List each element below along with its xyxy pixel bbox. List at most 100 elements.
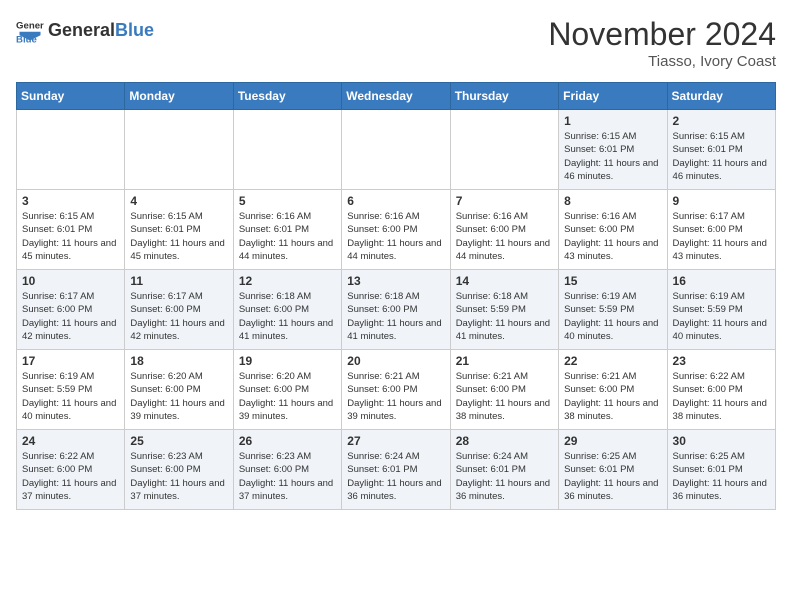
calendar-header: SundayMondayTuesdayWednesdayThursdayFrid… <box>17 83 776 110</box>
weekday-row: SundayMondayTuesdayWednesdayThursdayFrid… <box>17 83 776 110</box>
calendar-body: 1 Sunrise: 6:15 AM Sunset: 6:01 PM Daylig… <box>17 110 776 510</box>
calendar-cell: 15 Sunrise: 6:19 AM Sunset: 5:59 PM Dayli… <box>559 270 667 350</box>
calendar-cell: 26 Sunrise: 6:23 AM Sunset: 6:00 PM Dayli… <box>233 430 341 510</box>
day-number: 12 <box>239 274 336 288</box>
day-info: Sunrise: 6:19 AM Sunset: 5:59 PM Dayligh… <box>22 370 119 423</box>
day-number: 26 <box>239 434 336 448</box>
weekday-header-tuesday: Tuesday <box>233 83 341 110</box>
calendar-cell: 17 Sunrise: 6:19 AM Sunset: 5:59 PM Dayli… <box>17 350 125 430</box>
day-number: 10 <box>22 274 119 288</box>
calendar-cell: 29Sunrise: 6:25 AM Sunset: 6:01 PM Dayli… <box>559 430 667 510</box>
calendar-cell: 9Sunrise: 6:17 AM Sunset: 6:00 PM Daylig… <box>667 190 775 270</box>
calendar-cell <box>125 110 233 190</box>
day-number: 24 <box>22 434 119 448</box>
calendar-cell: 13Sunrise: 6:18 AM Sunset: 6:00 PM Dayli… <box>342 270 450 350</box>
day-info: Sunrise: 6:19 AM Sunset: 5:59 PM Dayligh… <box>564 290 661 343</box>
day-number: 14 <box>456 274 553 288</box>
day-info: Sunrise: 6:18 AM Sunset: 6:00 PM Dayligh… <box>239 290 336 343</box>
calendar-cell: 12 Sunrise: 6:18 AM Sunset: 6:00 PM Dayli… <box>233 270 341 350</box>
day-info: Sunrise: 6:23 AM Sunset: 6:00 PM Dayligh… <box>239 450 336 503</box>
calendar-cell: 19 Sunrise: 6:20 AM Sunset: 6:00 PM Dayli… <box>233 350 341 430</box>
calendar-cell: 6 Sunrise: 6:16 AM Sunset: 6:00 PM Daylig… <box>342 190 450 270</box>
calendar-cell: 30 Sunrise: 6:25 AM Sunset: 6:01 PM Dayli… <box>667 430 775 510</box>
svg-text:Blue: Blue <box>16 34 37 44</box>
calendar-cell: 18 Sunrise: 6:20 AM Sunset: 6:00 PM Dayli… <box>125 350 233 430</box>
day-info: Sunrise: 6:20 AM Sunset: 6:00 PM Dayligh… <box>130 370 227 423</box>
day-info: Sunrise: 6:16 AM Sunset: 6:00 PM Dayligh… <box>347 210 444 263</box>
day-info: Sunrise: 6:15 AM Sunset: 6:01 PM Dayligh… <box>564 130 661 183</box>
calendar-week-4: 17 Sunrise: 6:19 AM Sunset: 5:59 PM Dayli… <box>17 350 776 430</box>
day-info: Sunrise: 6:24 AM Sunset: 6:01 PM Dayligh… <box>456 450 553 503</box>
day-number: 20 <box>347 354 444 368</box>
day-number: 13 <box>347 274 444 288</box>
day-info: Sunrise: 6:21 AM Sunset: 6:00 PM Dayligh… <box>564 370 661 423</box>
day-number: 4 <box>130 194 227 208</box>
weekday-header-wednesday: Wednesday <box>342 83 450 110</box>
day-number: 7 <box>456 194 553 208</box>
calendar-cell: 3Sunrise: 6:15 AM Sunset: 6:01 PM Daylig… <box>17 190 125 270</box>
calendar-cell: 23 Sunrise: 6:22 AM Sunset: 6:00 PM Dayli… <box>667 350 775 430</box>
calendar-cell: 1 Sunrise: 6:15 AM Sunset: 6:01 PM Daylig… <box>559 110 667 190</box>
day-number: 21 <box>456 354 553 368</box>
location: Tiasso, Ivory Coast <box>548 53 776 70</box>
day-info: Sunrise: 6:16 AM Sunset: 6:00 PM Dayligh… <box>456 210 553 263</box>
day-info: Sunrise: 6:15 AM Sunset: 6:01 PM Dayligh… <box>673 130 770 183</box>
day-info: Sunrise: 6:25 AM Sunset: 6:01 PM Dayligh… <box>673 450 770 503</box>
month-title: November 2024 <box>548 16 776 53</box>
day-number: 23 <box>673 354 770 368</box>
calendar-week-1: 1 Sunrise: 6:15 AM Sunset: 6:01 PM Daylig… <box>17 110 776 190</box>
svg-text:General: General <box>16 20 44 31</box>
calendar-cell <box>17 110 125 190</box>
calendar-cell: 28 Sunrise: 6:24 AM Sunset: 6:01 PM Dayli… <box>450 430 558 510</box>
logo: General Blue General Blue <box>16 16 154 44</box>
calendar-cell: 10 Sunrise: 6:17 AM Sunset: 6:00 PM Dayli… <box>17 270 125 350</box>
day-info: Sunrise: 6:20 AM Sunset: 6:00 PM Dayligh… <box>239 370 336 423</box>
calendar-cell: 11 Sunrise: 6:17 AM Sunset: 6:00 PM Dayli… <box>125 270 233 350</box>
day-number: 18 <box>130 354 227 368</box>
day-number: 5 <box>239 194 336 208</box>
day-number: 6 <box>347 194 444 208</box>
day-number: 25 <box>130 434 227 448</box>
day-number: 2 <box>673 114 770 128</box>
calendar-cell: 5Sunrise: 6:16 AM Sunset: 6:01 PM Daylig… <box>233 190 341 270</box>
calendar-cell <box>342 110 450 190</box>
day-number: 1 <box>564 114 661 128</box>
day-number: 8 <box>564 194 661 208</box>
weekday-header-friday: Friday <box>559 83 667 110</box>
calendar-week-5: 24 Sunrise: 6:22 AM Sunset: 6:00 PM Dayli… <box>17 430 776 510</box>
title-block: November 2024 Tiasso, Ivory Coast <box>548 16 776 70</box>
logo-blue: Blue <box>115 20 154 41</box>
day-info: Sunrise: 6:17 AM Sunset: 6:00 PM Dayligh… <box>130 290 227 343</box>
day-number: 19 <box>239 354 336 368</box>
day-info: Sunrise: 6:15 AM Sunset: 6:01 PM Dayligh… <box>130 210 227 263</box>
day-number: 17 <box>22 354 119 368</box>
day-number: 15 <box>564 274 661 288</box>
calendar-week-2: 3Sunrise: 6:15 AM Sunset: 6:01 PM Daylig… <box>17 190 776 270</box>
day-info: Sunrise: 6:24 AM Sunset: 6:01 PM Dayligh… <box>347 450 444 503</box>
day-info: Sunrise: 6:22 AM Sunset: 6:00 PM Dayligh… <box>673 370 770 423</box>
calendar-cell: 25Sunrise: 6:23 AM Sunset: 6:00 PM Dayli… <box>125 430 233 510</box>
calendar-cell: 22Sunrise: 6:21 AM Sunset: 6:00 PM Dayli… <box>559 350 667 430</box>
day-info: Sunrise: 6:18 AM Sunset: 5:59 PM Dayligh… <box>456 290 553 343</box>
calendar-cell: 8 Sunrise: 6:16 AM Sunset: 6:00 PM Daylig… <box>559 190 667 270</box>
day-number: 11 <box>130 274 227 288</box>
calendar-cell: 21Sunrise: 6:21 AM Sunset: 6:00 PM Dayli… <box>450 350 558 430</box>
day-number: 27 <box>347 434 444 448</box>
calendar-cell: 4 Sunrise: 6:15 AM Sunset: 6:01 PM Daylig… <box>125 190 233 270</box>
calendar-cell: 16Sunrise: 6:19 AM Sunset: 5:59 PM Dayli… <box>667 270 775 350</box>
day-number: 30 <box>673 434 770 448</box>
weekday-header-monday: Monday <box>125 83 233 110</box>
calendar-cell <box>233 110 341 190</box>
day-info: Sunrise: 6:17 AM Sunset: 6:00 PM Dayligh… <box>22 290 119 343</box>
day-info: Sunrise: 6:25 AM Sunset: 6:01 PM Dayligh… <box>564 450 661 503</box>
day-info: Sunrise: 6:17 AM Sunset: 6:00 PM Dayligh… <box>673 210 770 263</box>
day-number: 28 <box>456 434 553 448</box>
weekday-header-saturday: Saturday <box>667 83 775 110</box>
weekday-header-thursday: Thursday <box>450 83 558 110</box>
calendar-cell: 27 Sunrise: 6:24 AM Sunset: 6:01 PM Dayli… <box>342 430 450 510</box>
calendar-table: SundayMondayTuesdayWednesdayThursdayFrid… <box>16 82 776 510</box>
weekday-header-sunday: Sunday <box>17 83 125 110</box>
day-number: 16 <box>673 274 770 288</box>
day-info: Sunrise: 6:16 AM Sunset: 6:00 PM Dayligh… <box>564 210 661 263</box>
day-info: Sunrise: 6:22 AM Sunset: 6:00 PM Dayligh… <box>22 450 119 503</box>
